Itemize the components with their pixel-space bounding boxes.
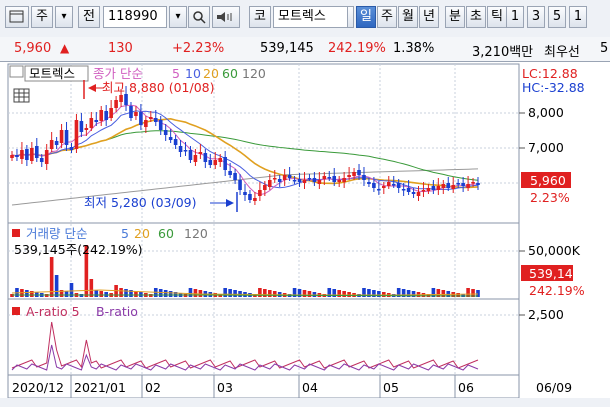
x-axis-label-5: 05 — [383, 380, 399, 395]
preferred-partial: 5 — [600, 41, 609, 56]
current-volume-axis: 539,145 — [529, 266, 581, 281]
volume-legend: 거래량 단순 — [26, 226, 87, 241]
period-button-2[interactable]: 월 — [398, 6, 418, 28]
turnover-rate: 1.38% — [393, 41, 435, 56]
up-arrow-icon: ▲ — [60, 41, 70, 55]
stock-name-corner — [348, 6, 354, 28]
legend-ma5: 5 — [172, 66, 180, 81]
interval-button-3[interactable]: 1 — [569, 6, 587, 28]
b-ratio-label: B-ratio — [96, 304, 138, 319]
stock-chart[interactable]: 모트렉스 종가 단순 5 10 20 60 120 최고 8,880 (01/0… — [0, 62, 610, 407]
speaker-icon[interactable] — [212, 6, 240, 28]
volume-value: 539,145 — [260, 41, 314, 56]
prev-button[interactable]: 전 — [78, 6, 100, 28]
chart-menu-icon[interactable] — [5, 6, 29, 28]
x-axis-label-7: 06/09 — [536, 380, 572, 395]
code-button[interactable]: 코 — [249, 6, 271, 28]
volume-ratio: 242.19% — [328, 41, 386, 56]
interval-button-2[interactable]: 5 — [548, 6, 566, 28]
legend-ma20: 20 — [203, 66, 219, 81]
x-axis-label-1: 2021/01 — [74, 380, 126, 395]
period-button-0[interactable]: 일 — [356, 6, 376, 28]
vol-ma120: 120 — [184, 226, 208, 241]
vol-ma60: 60 — [158, 226, 174, 241]
period-button-6[interactable]: 틱 — [487, 6, 507, 28]
period-button-5[interactable]: 초 — [466, 6, 486, 28]
interval-button-0[interactable]: 1 — [506, 6, 524, 28]
x-axis-label-3: 03 — [217, 380, 233, 395]
period-button-4[interactable]: 분 — [445, 6, 465, 28]
legend-stock-name: 모트렉스 — [29, 66, 75, 81]
quote-bar: 5,960 ▲ 130 +2.23% 539,145 242.19% 1.38%… — [0, 37, 610, 62]
period-button-3[interactable]: 년 — [419, 6, 439, 28]
legend-ma-label: 종가 단순 — [93, 66, 143, 81]
ratio-tick: 2,500 — [528, 307, 564, 322]
period-button-1[interactable]: 주 — [377, 6, 397, 28]
price-tick-8000: 8,000 — [528, 105, 564, 120]
stock-code-input[interactable]: 118990 — [103, 6, 167, 28]
volume-tick: 50,000K — [528, 243, 581, 258]
current-pct-axis: 2.23% — [530, 190, 570, 205]
legend-ma60: 60 — [222, 66, 238, 81]
volume-color-swatch — [12, 229, 20, 237]
x-axis-label-2: 02 — [145, 380, 161, 395]
hc-label: HC:-32.88 — [522, 80, 585, 95]
x-axis-label-0: 2020/12 — [12, 380, 64, 395]
legend-ma120: 120 — [242, 66, 266, 81]
legend-ma10: 10 — [185, 66, 201, 81]
high-label: 최고 8,880 (01/08) — [102, 80, 215, 95]
price-change: 130 — [108, 41, 133, 56]
current-price-axis: 5,960 — [530, 173, 566, 188]
vol-ma5: 5 — [121, 226, 129, 241]
ratio-color-swatch — [12, 307, 20, 315]
preferred-label: 최우선 — [544, 45, 580, 60]
lc-label: LC:12.88 — [522, 66, 578, 81]
chart-toolbar: 주 ▾ 전 118990 ▾ 코 모트렉스 일주월년분초틱1351 — [0, 0, 610, 38]
interval-button-1[interactable]: 3 — [527, 6, 545, 28]
price-change-pct: +2.23% — [172, 41, 225, 56]
low-label: 최저 5,280 (03/09) — [84, 195, 197, 210]
price-tick-7000: 7,000 — [528, 140, 564, 155]
table-grid-icon[interactable] — [13, 88, 30, 103]
x-axis-label-6: 06 — [458, 380, 474, 395]
vol-ma20: 20 — [134, 226, 150, 241]
current-volume-pct: 242.19% — [529, 283, 585, 298]
x-axis-label-4: 04 — [302, 380, 318, 395]
market-dropdown-arrow[interactable]: ▾ — [55, 6, 73, 28]
a-ratio-label: A-ratio 5 — [26, 304, 80, 319]
stock-name-field[interactable]: 모트렉스 — [273, 6, 348, 28]
search-icon[interactable] — [188, 6, 210, 28]
trading-amount: 3,210백만 — [472, 45, 534, 60]
stock-code-dropdown[interactable]: ▾ — [169, 6, 187, 28]
market-button[interactable]: 주 — [31, 6, 53, 28]
volume-value-label: 539,145주(242.19%) — [14, 242, 143, 257]
current-price: 5,960 — [14, 41, 52, 56]
